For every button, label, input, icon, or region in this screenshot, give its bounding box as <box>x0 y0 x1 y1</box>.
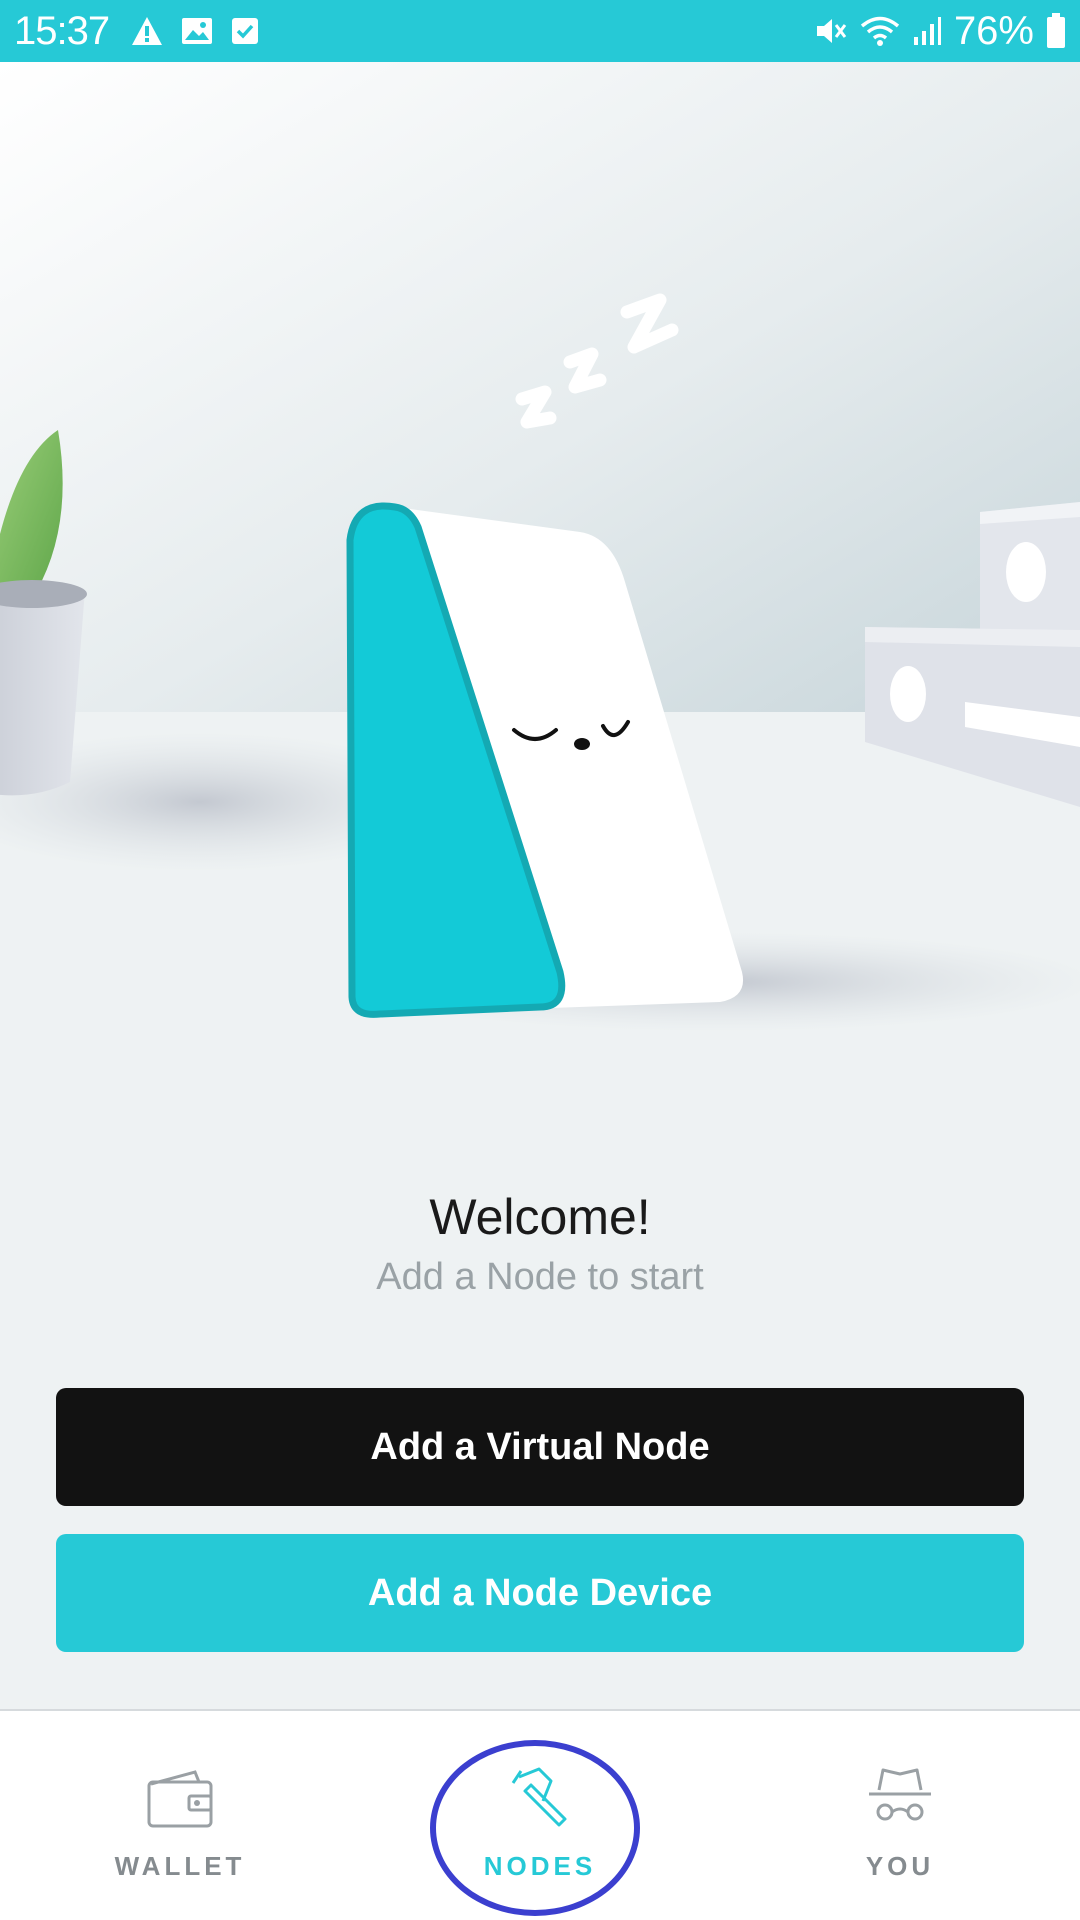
warning-icon <box>131 16 163 46</box>
status-time: 15:37 <box>14 8 110 53</box>
welcome-subtitle: Add a Node to start <box>376 1256 704 1298</box>
bottom-navigation: WALLET NODES YOU <box>0 1709 1080 1920</box>
checkbox-icon <box>231 17 259 45</box>
add-virtual-node-button[interactable]: Add a Virtual Node <box>56 1388 1024 1506</box>
nav-label-nodes: NODES <box>483 1851 597 1881</box>
nav-item-nodes[interactable]: NODES <box>360 1711 720 1920</box>
nav-item-you[interactable]: YOU <box>720 1711 1080 1920</box>
image-icon <box>181 17 213 45</box>
signal-icon <box>912 15 942 47</box>
sleeping-node-illustration <box>0 62 1080 1082</box>
wifi-icon <box>860 15 900 47</box>
battery-icon <box>1046 13 1066 49</box>
battery-percent: 76% <box>953 8 1034 53</box>
mute-icon <box>814 15 848 47</box>
nav-label-wallet: WALLET <box>114 1851 246 1881</box>
wallet-icon <box>145 1763 215 1833</box>
nav-item-wallet[interactable]: WALLET <box>0 1711 360 1920</box>
nav-label-you: YOU <box>865 1851 935 1881</box>
status-bar: 15:37 76% <box>0 0 1080 62</box>
pickaxe-icon <box>505 1763 575 1833</box>
incognito-icon <box>865 1763 935 1833</box>
add-node-device-button[interactable]: Add a Node Device <box>56 1534 1024 1652</box>
welcome-title: Welcome! <box>429 1189 651 1245</box>
